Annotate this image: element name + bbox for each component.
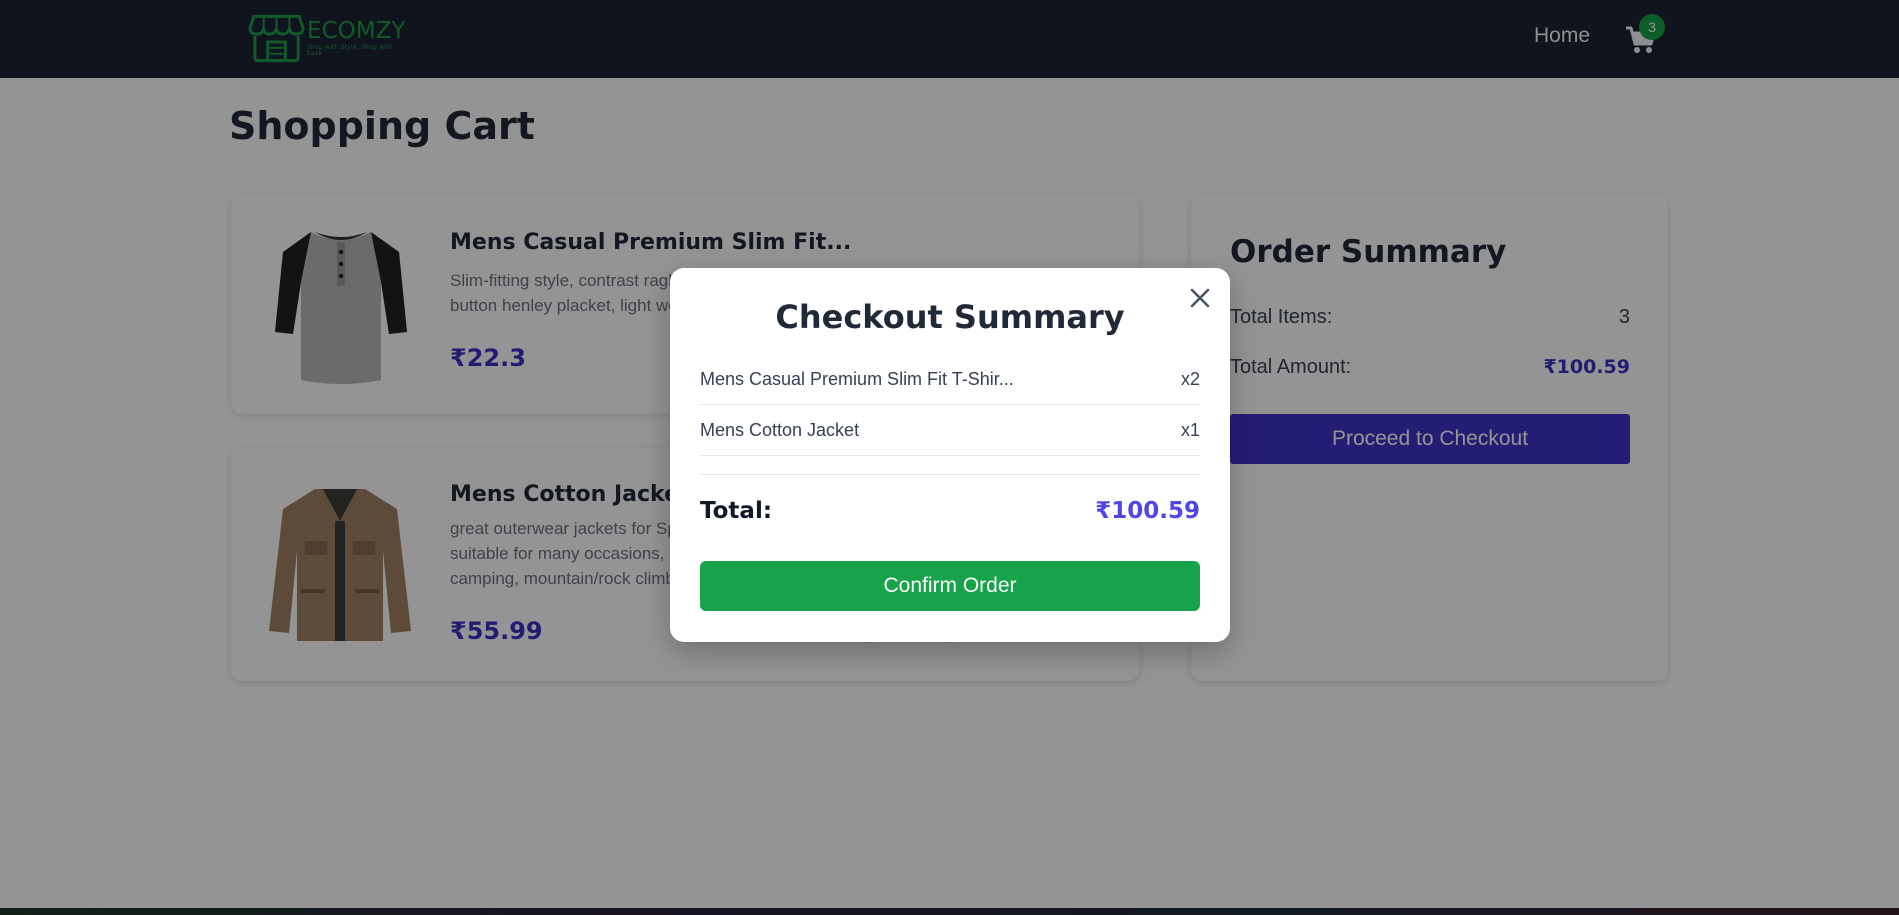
modal-item-name: Mens Casual Premium Slim Fit T-Shir...	[700, 368, 1014, 389]
modal-divider	[700, 474, 1200, 475]
modal-item-qty: x1	[1180, 419, 1200, 440]
modal-total-label: Total:	[700, 498, 773, 524]
modal-list-item: Mens Casual Premium Slim Fit T-Shir... x…	[700, 354, 1200, 405]
checkout-summary-modal: Checkout Summary Mens Casual Premium Sli…	[670, 268, 1230, 642]
modal-title: Checkout Summary	[775, 298, 1125, 336]
modal-item-name: Mens Cotton Jacket	[700, 419, 860, 440]
modal-total-value: ₹100.59	[1095, 498, 1200, 524]
modal-list-item: Mens Cotton Jacket x1	[700, 405, 1200, 456]
close-icon[interactable]	[1188, 286, 1212, 310]
confirm-order-button[interactable]: Confirm Order	[700, 561, 1200, 611]
modal-item-qty: x2	[1180, 368, 1200, 389]
modal-total-row: Total: ₹100.59	[700, 498, 1200, 524]
